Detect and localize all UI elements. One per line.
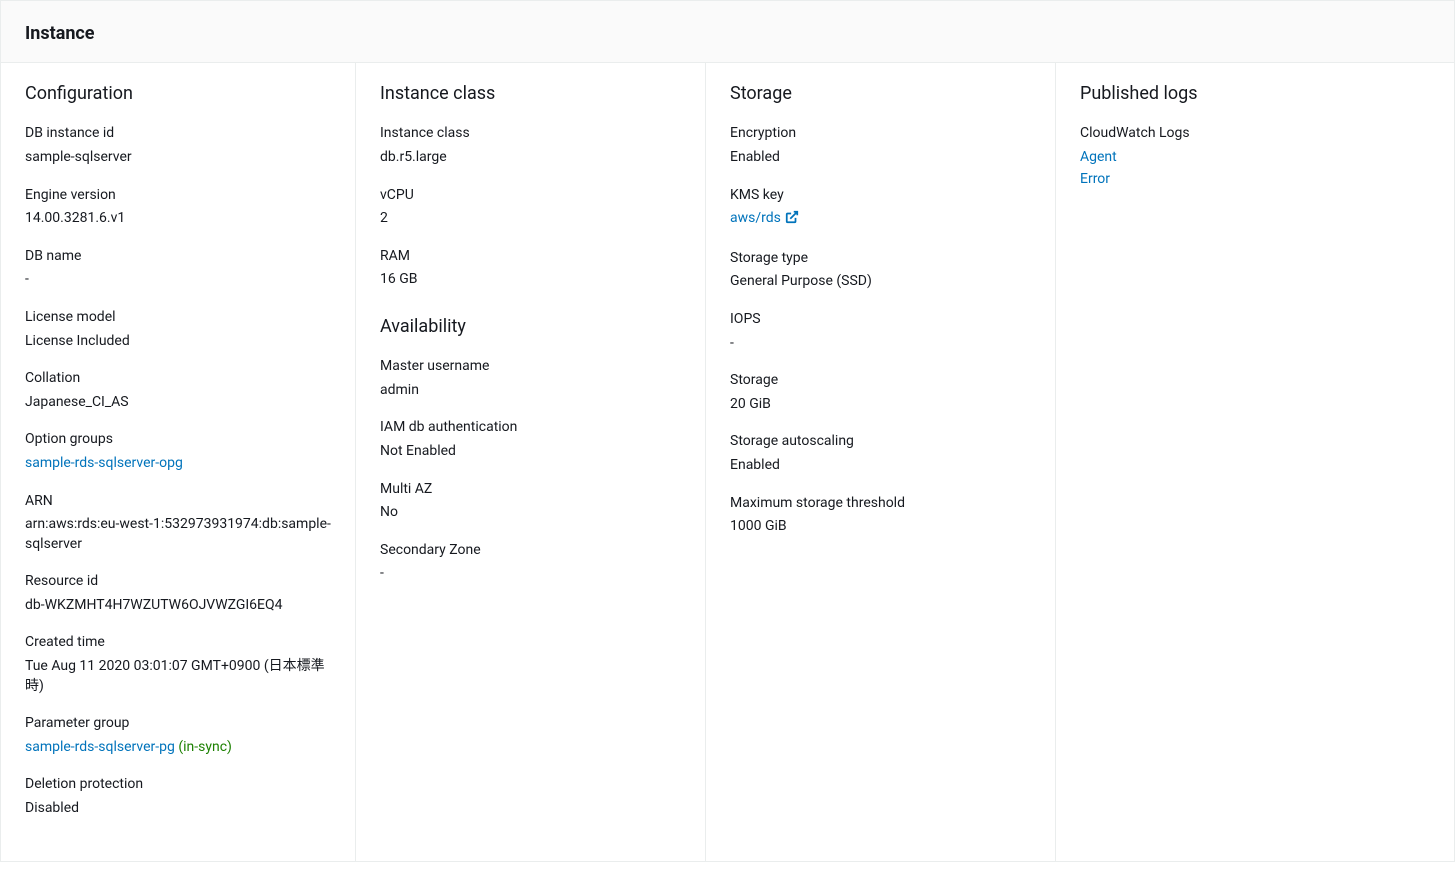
deletion-protection-value: Disabled [25,799,331,819]
kms-key-label: KMS key [730,186,1031,206]
published-logs-title: Published logs [1080,81,1430,106]
max-storage-threshold-label: Maximum storage threshold [730,494,1031,514]
storage-title: Storage [730,81,1031,106]
max-storage-threshold-value: 1000 GiB [730,517,1031,537]
iops-field: IOPS - [730,310,1031,353]
parameter-group-field: Parameter group sample-rds-sqlserver-pg … [25,714,331,757]
license-model-field: License model License Included [25,308,331,351]
created-time-label: Created time [25,633,331,653]
instance-panel: Instance Configuration DB instance id sa… [0,0,1455,862]
ram-field: RAM 16 GB [380,247,681,290]
log-link-error[interactable]: Error [1080,170,1430,190]
instance-class-title: Instance class [380,81,681,106]
kms-key-link-text: aws/rds [730,210,781,226]
vcpu-field: vCPU 2 [380,186,681,229]
instance-class-column: Instance class Instance class db.r5.larg… [356,63,706,860]
storage-label: Storage [730,371,1031,391]
secondary-zone-value: - [380,564,681,584]
storage-autoscaling-field: Storage autoscaling Enabled [730,432,1031,475]
configuration-column: Configuration DB instance id sample-sqls… [1,63,356,860]
cloudwatch-logs-field: CloudWatch Logs Agent Error [1080,124,1430,189]
db-instance-id-label: DB instance id [25,124,331,144]
encryption-field: Encryption Enabled [730,124,1031,167]
storage-field: Storage 20 GiB [730,371,1031,414]
parameter-group-status: (in-sync) [178,739,232,755]
storage-type-field: Storage type General Purpose (SSD) [730,249,1031,292]
ram-label: RAM [380,247,681,267]
external-link-icon [785,210,799,231]
iops-value: - [730,334,1031,354]
secondary-zone-field: Secondary Zone - [380,541,681,584]
license-model-value: License Included [25,332,331,352]
instance-class-field: Instance class db.r5.large [380,124,681,167]
availability-title: Availability [380,314,681,339]
arn-label: ARN [25,492,331,512]
collation-field: Collation Japanese_CI_AS [25,369,331,412]
panel-title: Instance [25,21,1430,46]
db-instance-id-field: DB instance id sample-sqlserver [25,124,331,167]
db-name-value: - [25,270,331,290]
resource-id-field: Resource id db-WKZMHT4H7WZUTW6OJVWZGI6EQ… [25,572,331,615]
max-storage-threshold-field: Maximum storage threshold 1000 GiB [730,494,1031,537]
option-groups-label: Option groups [25,430,331,450]
iam-db-auth-label: IAM db authentication [380,418,681,438]
iops-label: IOPS [730,310,1031,330]
storage-type-value: General Purpose (SSD) [730,272,1031,292]
multi-az-label: Multi AZ [380,480,681,500]
instance-class-value: db.r5.large [380,148,681,168]
parameter-group-label: Parameter group [25,714,331,734]
option-groups-link[interactable]: sample-rds-sqlserver-opg [25,455,183,471]
instance-class-label: Instance class [380,124,681,144]
secondary-zone-label: Secondary Zone [380,541,681,561]
option-groups-field: Option groups sample-rds-sqlserver-opg [25,430,331,473]
engine-version-label: Engine version [25,186,331,206]
log-links: Agent Error [1080,148,1430,189]
collation-label: Collation [25,369,331,389]
db-name-field: DB name - [25,247,331,290]
resource-id-value: db-WKZMHT4H7WZUTW6OJVWZGI6EQ4 [25,596,331,616]
storage-value: 20 GiB [730,395,1031,415]
multi-az-field: Multi AZ No [380,480,681,523]
storage-autoscaling-label: Storage autoscaling [730,432,1031,452]
cloudwatch-logs-label: CloudWatch Logs [1080,124,1430,144]
storage-autoscaling-value: Enabled [730,456,1031,476]
configuration-title: Configuration [25,81,331,106]
deletion-protection-label: Deletion protection [25,775,331,795]
engine-version-field: Engine version 14.00.3281.6.v1 [25,186,331,229]
engine-version-value: 14.00.3281.6.v1 [25,209,331,229]
master-username-label: Master username [380,357,681,377]
arn-field: ARN arn:aws:rds:eu-west-1:532973931974:d… [25,492,331,555]
arn-value: arn:aws:rds:eu-west-1:532973931974:db:sa… [25,515,331,554]
db-name-label: DB name [25,247,331,267]
license-model-label: License model [25,308,331,328]
ram-value: 16 GB [380,270,681,290]
master-username-field: Master username admin [380,357,681,400]
encryption-value: Enabled [730,148,1031,168]
storage-type-label: Storage type [730,249,1031,269]
log-link-agent[interactable]: Agent [1080,148,1430,168]
vcpu-label: vCPU [380,186,681,206]
collation-value: Japanese_CI_AS [25,393,331,413]
kms-key-link[interactable]: aws/rds [730,210,799,226]
deletion-protection-field: Deletion protection Disabled [25,775,331,818]
published-logs-column: Published logs CloudWatch Logs Agent Err… [1056,63,1454,860]
encryption-label: Encryption [730,124,1031,144]
parameter-group-link[interactable]: sample-rds-sqlserver-pg [25,739,175,755]
multi-az-value: No [380,503,681,523]
storage-column: Storage Encryption Enabled KMS key aws/r… [706,63,1056,860]
master-username-value: admin [380,381,681,401]
kms-key-field: KMS key aws/rds [730,186,1031,231]
db-instance-id-value: sample-sqlserver [25,148,331,168]
iam-db-auth-field: IAM db authentication Not Enabled [380,418,681,461]
vcpu-value: 2 [380,209,681,229]
created-time-value: Tue Aug 11 2020 03:01:07 GMT+0900 (日本標準時… [25,657,331,696]
created-time-field: Created time Tue Aug 11 2020 03:01:07 GM… [25,633,331,696]
iam-db-auth-value: Not Enabled [380,442,681,462]
panel-body: Configuration DB instance id sample-sqls… [1,63,1454,860]
resource-id-label: Resource id [25,572,331,592]
panel-header: Instance [1,1,1454,63]
